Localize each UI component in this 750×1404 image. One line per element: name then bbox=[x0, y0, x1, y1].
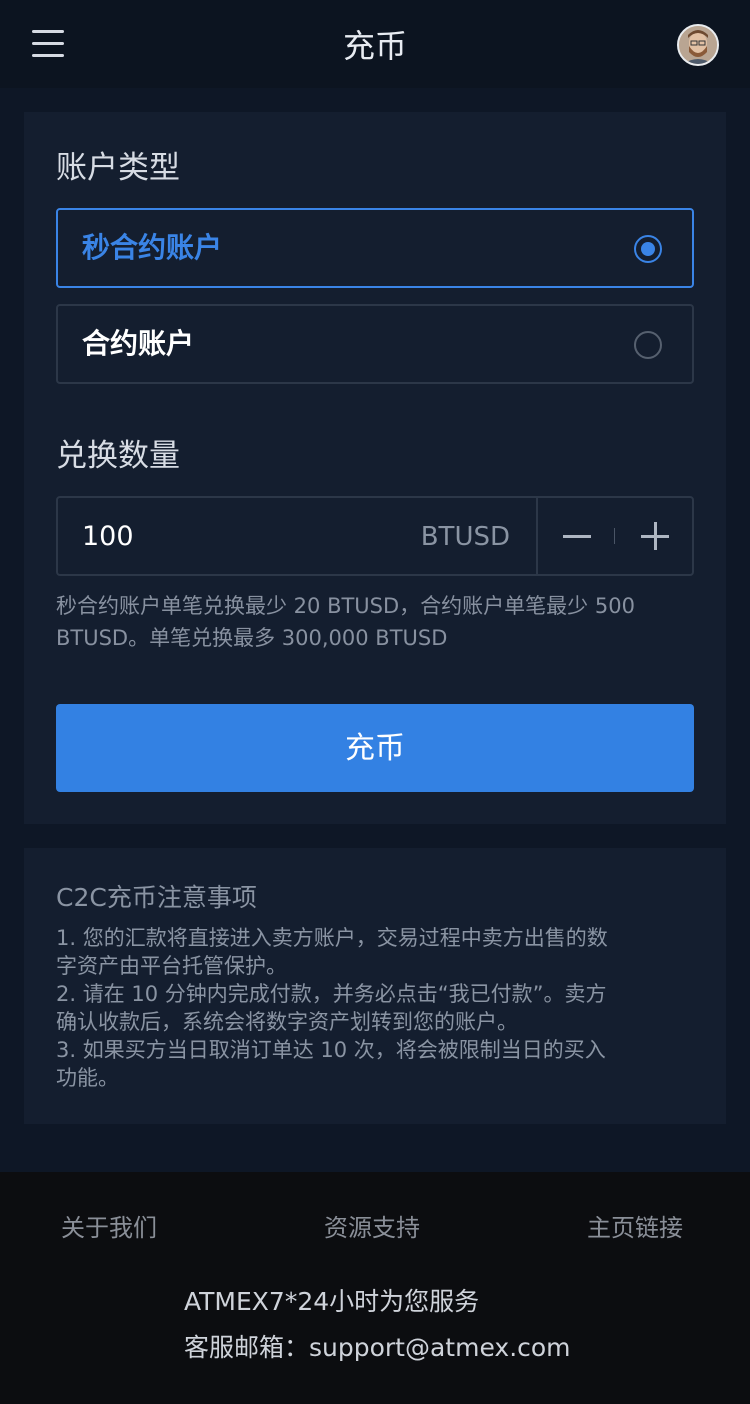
user-avatar-icon[interactable] bbox=[677, 24, 719, 66]
top-bar: 充币 bbox=[0, 0, 750, 88]
account-type-label: 账户类型 bbox=[56, 150, 180, 186]
option-second-contract-account[interactable]: 秒合约账户 bbox=[56, 208, 694, 288]
footer-service-text: ATMEX7*24小时为您服务 bbox=[184, 1287, 480, 1316]
notes-line: 2. 请在 10 分钟内完成付款，并务必点击“我已付款”。卖方 bbox=[56, 982, 607, 1006]
radio-unselected-icon[interactable] bbox=[634, 331, 662, 359]
notes-line: 字资产由平台托管保护。 bbox=[56, 954, 287, 978]
plus-icon-vertical bbox=[654, 522, 657, 550]
deposit-form-panel: 账户类型 秒合约账户 合约账户 兑换数量 100 BTUSD 秒合约账户单笔兑换… bbox=[24, 112, 726, 824]
notes-line: 3. 如果买方当日取消订单达 10 次，将会被限制当日的买入 bbox=[56, 1038, 606, 1062]
c2c-notes-panel: C2C充币注意事项 1. 您的汇款将直接进入卖方账户，交易过程中卖方出售的数 字… bbox=[24, 848, 726, 1124]
deposit-button[interactable]: 充币 bbox=[56, 704, 694, 792]
footer-email-text[interactable]: 客服邮箱：support@atmex.com bbox=[184, 1328, 571, 1364]
footer: 关于我们 资源支持 主页链接 ATMEX7*24小时为您服务 客服邮箱：supp… bbox=[0, 1172, 750, 1404]
footer-link-home[interactable]: 主页链接 bbox=[587, 1208, 683, 1243]
increase-button[interactable] bbox=[616, 498, 694, 574]
footer-link-resources[interactable]: 资源支持 bbox=[324, 1208, 420, 1243]
notes-line: 确认收款后，系统会将数字资产划转到您的账户。 bbox=[56, 1010, 518, 1034]
amount-input[interactable]: 100 BTUSD bbox=[58, 498, 536, 574]
stepper-divider bbox=[614, 528, 615, 544]
minus-icon bbox=[563, 535, 591, 538]
amount-unit: BTUSD bbox=[420, 522, 510, 552]
notes-line: 1. 您的汇款将直接进入卖方账户，交易过程中卖方出售的数 bbox=[56, 926, 608, 950]
notes-title: C2C充币注意事项 bbox=[56, 883, 257, 912]
amount-field: 100 BTUSD bbox=[56, 496, 694, 576]
option-label: 秒合约账户 bbox=[82, 231, 223, 264]
notes-line: 功能。 bbox=[56, 1066, 119, 1090]
option-label: 合约账户 bbox=[82, 327, 195, 360]
amount-label: 兑换数量 bbox=[56, 438, 180, 474]
page-title: 充币 bbox=[342, 27, 407, 65]
footer-link-about[interactable]: 关于我们 bbox=[61, 1208, 157, 1243]
notes-list: 1. 您的汇款将直接进入卖方账户，交易过程中卖方出售的数 字资产由平台托管保护。… bbox=[56, 924, 696, 1092]
option-contract-account[interactable]: 合约账户 bbox=[56, 304, 694, 384]
quantity-stepper bbox=[536, 498, 692, 574]
radio-selected-icon[interactable] bbox=[634, 235, 662, 263]
decrease-button[interactable] bbox=[538, 498, 616, 574]
amount-value: 100 bbox=[82, 521, 134, 552]
amount-hint: 秒合约账户单笔兑换最少 20 BTUSD，合约账户单笔最少 500 BTUSD。… bbox=[56, 594, 635, 650]
